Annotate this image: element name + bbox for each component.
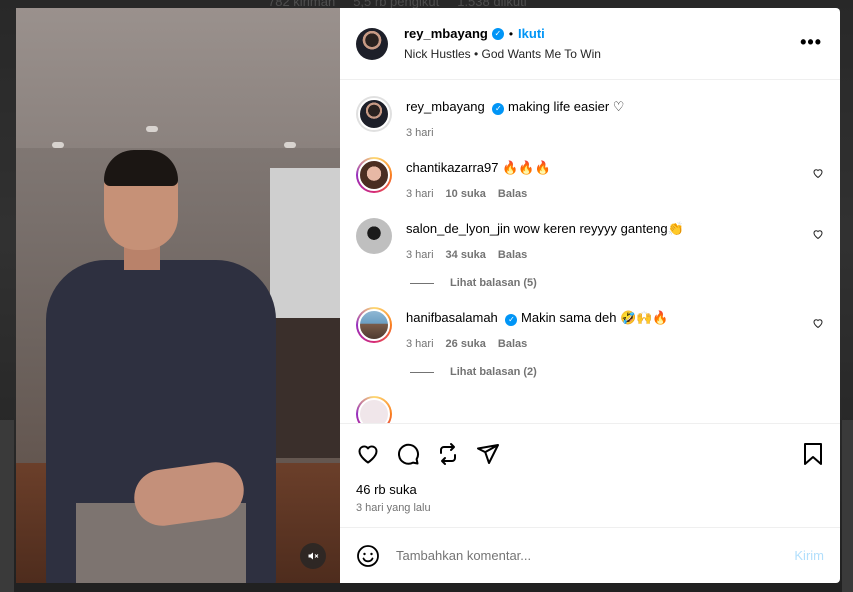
like-comment-icon[interactable] bbox=[812, 228, 824, 243]
share-icon[interactable] bbox=[476, 442, 500, 466]
post-date[interactable]: 3 hari yang lalu bbox=[356, 502, 824, 514]
verified-badge-icon: ✓ bbox=[492, 103, 505, 115]
comment-text: 🔥🔥🔥 bbox=[502, 160, 551, 175]
post-comment-button[interactable]: Kirim bbox=[794, 548, 824, 563]
save-icon[interactable] bbox=[802, 442, 824, 471]
comment-likes[interactable]: 10 suka bbox=[446, 188, 486, 200]
video-scene bbox=[52, 142, 64, 148]
video-scene bbox=[146, 126, 158, 132]
more-options-icon[interactable]: ••• bbox=[800, 32, 822, 53]
post-video[interactable] bbox=[16, 8, 340, 583]
like-icon[interactable] bbox=[356, 442, 380, 466]
separator-dot: • bbox=[508, 26, 514, 41]
comments-list[interactable]: rey_mbayang ✓ making life easier ♡ 3 har… bbox=[340, 80, 840, 423]
likes-count[interactable]: 46 rb suka bbox=[356, 482, 824, 497]
comment-item: chantikazarra97 🔥🔥🔥 3 hari 10 suka Balas bbox=[356, 157, 824, 200]
comment-item: hanifbasalamah ✓ Makin sama deh 🤣🙌🔥 3 ha… bbox=[356, 307, 824, 350]
video-scene bbox=[270, 168, 340, 318]
commenter-avatar[interactable] bbox=[356, 218, 392, 254]
replies-divider bbox=[410, 282, 434, 284]
reply-button[interactable]: Balas bbox=[498, 338, 527, 350]
caption-text: making life easier ♡ bbox=[508, 99, 625, 114]
follow-button[interactable]: Ikuti bbox=[518, 26, 545, 41]
author-username[interactable]: rey_mbayang bbox=[404, 26, 488, 41]
author-avatar[interactable] bbox=[356, 27, 388, 60]
caption-time[interactable]: 3 hari bbox=[406, 127, 434, 139]
commenter-username[interactable]: chantikazarra97 bbox=[406, 160, 499, 175]
comment-likes[interactable]: 34 suka bbox=[446, 249, 486, 261]
verified-badge-icon: ✓ bbox=[491, 27, 504, 40]
comment-likes[interactable]: 26 suka bbox=[446, 338, 486, 350]
comment-composer: Kirim bbox=[340, 527, 840, 583]
video-scene bbox=[104, 150, 178, 186]
audio-track[interactable]: Nick Hustles • God Wants Me To Win bbox=[404, 47, 601, 61]
like-comment-icon[interactable] bbox=[812, 167, 824, 182]
comment-time[interactable]: 3 hari bbox=[406, 188, 434, 200]
commenter-avatar[interactable] bbox=[356, 157, 392, 193]
comment-text: Makin sama deh 🤣🙌🔥 bbox=[521, 310, 669, 325]
view-replies-label: Lihat balasan (2) bbox=[450, 366, 537, 378]
mute-button[interactable] bbox=[300, 543, 326, 569]
video-scene bbox=[284, 142, 296, 148]
caption-username[interactable]: rey_mbayang bbox=[406, 99, 485, 114]
commenter-avatar[interactable] bbox=[356, 396, 392, 423]
commenter-avatar[interactable] bbox=[356, 307, 392, 343]
verified-badge-icon: ✓ bbox=[505, 314, 518, 326]
comment-icon[interactable] bbox=[396, 442, 420, 466]
post-panel: rey_mbayang ✓ • Ikuti Nick Hustles • God… bbox=[340, 8, 840, 583]
view-replies-button[interactable]: Lihat balasan (5) bbox=[410, 277, 824, 289]
comment-time[interactable]: 3 hari bbox=[406, 338, 434, 350]
reply-button[interactable]: Balas bbox=[498, 188, 527, 200]
post-modal: rey_mbayang ✓ • Ikuti Nick Hustles • God… bbox=[16, 8, 840, 583]
comment-text: wow keren reyyyy ganteng👏 bbox=[513, 221, 684, 236]
video-scene bbox=[266, 318, 340, 458]
video-scene bbox=[16, 8, 340, 148]
view-replies-button[interactable]: Lihat balasan (2) bbox=[410, 366, 824, 378]
view-replies-label: Lihat balasan (5) bbox=[450, 277, 537, 289]
replies-divider bbox=[410, 371, 434, 373]
comment-time[interactable]: 3 hari bbox=[406, 249, 434, 261]
post-header: rey_mbayang ✓ • Ikuti Nick Hustles • God… bbox=[340, 8, 840, 80]
commenter-username[interactable]: hanifbasalamah bbox=[406, 310, 498, 325]
post-actions: 46 rb suka 3 hari yang lalu bbox=[340, 423, 840, 527]
emoji-icon[interactable] bbox=[356, 544, 380, 568]
commenter-username[interactable]: salon_de_lyon_jin bbox=[406, 221, 510, 236]
comment-input[interactable] bbox=[396, 548, 795, 563]
muted-speaker-icon bbox=[308, 552, 319, 560]
comment-item: salon_de_lyon_jin wow keren reyyyy gante… bbox=[356, 218, 824, 261]
like-comment-icon[interactable] bbox=[812, 317, 824, 332]
author-avatar[interactable] bbox=[356, 96, 392, 132]
repost-icon[interactable] bbox=[436, 442, 460, 466]
reply-button[interactable]: Balas bbox=[498, 249, 527, 261]
caption: rey_mbayang ✓ making life easier ♡ 3 har… bbox=[356, 96, 824, 139]
